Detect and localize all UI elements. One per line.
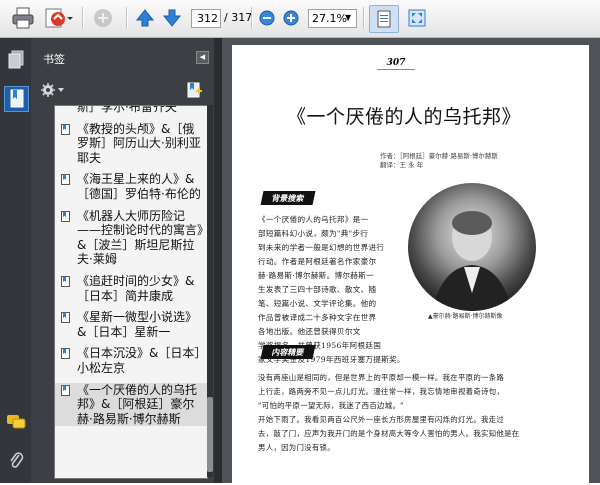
text-line: 作品曾被译成二十多种文字在世界 (258, 313, 377, 322)
toolbar: 312 / 317 27.1% ▼ (0, 0, 600, 38)
bookmark-scrollbar[interactable] (207, 105, 213, 477)
bookmark-item[interactable]: 斯］李尔·布雷齐夫 (55, 105, 207, 115)
section-banner-background: 背景搜索 (260, 191, 316, 205)
page-number-input[interactable]: 312 (191, 9, 221, 28)
chevron-down-icon[interactable]: ▼ (345, 13, 351, 22)
bookmark-icon (61, 384, 70, 396)
text-line: 行动。作者是阿根廷著名作家豪尔 (258, 257, 377, 266)
text-line: 去，敲了门，应声为我开门的是个身材高大等令人害怕的男人。我实知他是在 (258, 429, 520, 438)
collapse-panel-icon[interactable]: ◀ (196, 51, 209, 64)
bookmark-icon (61, 174, 70, 186)
toolbar-separator (82, 7, 84, 29)
create-pdf-icon[interactable] (42, 5, 74, 31)
author-portrait (408, 183, 536, 311)
bookmark-item[interactable]: 《日本沉没》&［日本］小松左京 (55, 346, 207, 375)
bookmark-label: 《海王星上来的人》&［德国］罗伯特·布伦的 (77, 172, 201, 201)
bookmark-icon (61, 348, 70, 360)
page-number-label: 307 (377, 57, 415, 70)
bookmark-item[interactable]: 《追赶时间的少女》&［日本］简井康成 (55, 274, 207, 303)
navigation-rail (0, 38, 31, 483)
text-line: "可怕的平原一望无际，我迷了西百边城。" (258, 401, 404, 410)
print-icon[interactable] (8, 5, 38, 31)
bookmark-item[interactable]: 《星新一微型小说选》&［日本］星新一 (55, 310, 207, 339)
text-line: 到未来的学者一般是幻想的世界进行 (258, 243, 385, 252)
panel-title: 书签 (43, 53, 65, 66)
bookmark-label: 斯］李尔·布雷齐夫 (77, 105, 177, 114)
text-line: 部短篇科幻小说，颇为"典"步行 (258, 229, 369, 238)
bookmark-item[interactable]: 《教授的头颅》&［俄罗斯］阿历山大·别利亚耶夫 (55, 122, 207, 166)
page-total-label: / 317 (224, 11, 253, 24)
portrait-caption: ▲豪尔赫·路易斯·博尔赫斯像 (428, 313, 503, 320)
bookmark-icon (61, 210, 70, 222)
fit-page-icon[interactable] (369, 5, 399, 33)
translator-line: 翻译：王 永 年 (380, 161, 424, 169)
text-line: 没有两座山是相同的，但是世界上的平原却一模一样。我在平原的一条路 (258, 373, 505, 382)
panel-splitter[interactable] (214, 38, 222, 483)
previous-page-icon[interactable] (133, 5, 157, 31)
pages-icon[interactable] (4, 48, 27, 72)
text-line: 上行走，路两旁不见一点儿灯光。漫往常一样，我忘情地审视着奇诗句， (258, 387, 505, 396)
bookmark-label: 《一个厌倦的人的乌托邦》&［阿根廷］豪尔赫·路易斯·博尔赫斯 (77, 382, 198, 426)
content-paragraph: 没有两座山是相同的，但是世界上的平原却一模一样。我在平原的一条路 上行走，路两旁不… (258, 371, 578, 455)
bookmark-label: 《追赶时间的少女》&［日本］简井康成 (77, 273, 195, 303)
bookmark-item[interactable]: 《一个厌倦的人的乌托邦》&［阿根廷］豪尔赫·路易斯·博尔赫斯 (55, 382, 207, 427)
comments-icon[interactable] (4, 410, 27, 434)
toolbar-separator (251, 7, 253, 29)
bookmark-label: 《教授的头颅》&［俄罗斯］阿历山大·别利亚耶夫 (77, 121, 201, 165)
bookmark-item[interactable]: 《海王星上来的人》&［德国］罗伯特·布伦的 (55, 172, 207, 201)
zoom-out-icon[interactable] (257, 5, 277, 31)
text-line: 开始下雨了。我看见两百公尺外一座长方形房屋里有闪烁的灯光。我走过 (258, 415, 505, 424)
text-line: 《一个厌倦的人的乌托邦》是一 (258, 215, 369, 224)
scroll-thumb[interactable] (207, 397, 213, 472)
section-banner-content: 内容精要 (260, 345, 316, 359)
toolbar-separator (126, 7, 128, 29)
bookmark-list: 斯］李尔·布雷齐夫《教授的头颅》&［俄罗斯］阿历山大·别利亚耶夫《海王星上来的人… (54, 105, 208, 479)
bookmark-item[interactable]: 《机器人大师历险记——控制论时代的寓言》&［波兰］斯坦尼斯拉夫·莱姆 (55, 209, 207, 267)
panel-toolbar (31, 76, 214, 106)
attachments-icon[interactable] (4, 448, 27, 472)
text-line: 笔、短篇小说、文学评论集。他的 (258, 299, 377, 308)
text-line: 男人，因为门没有锁。 (258, 443, 335, 452)
text-line: 各地出版。他还曾获得贝尔文 (258, 327, 361, 336)
bookmark-icon (61, 123, 70, 135)
text-line: 生发表了三四十部诗歌、散文、随 (258, 285, 377, 294)
new-bookmark-icon[interactable] (185, 81, 203, 102)
text-line: 赫·路易斯·博尔赫斯。博尔赫斯一 (258, 271, 374, 280)
zoom-in-icon[interactable] (281, 5, 301, 31)
article-title: 《一个厌倦的人的乌托邦》 (287, 106, 522, 128)
comment-icon[interactable] (88, 5, 118, 31)
next-page-icon[interactable] (160, 5, 184, 31)
intro-paragraph: 《一个厌倦的人的乌托邦》是一 部短篇科幻小说，颇为"典"步行到未来的学者一般是幻想… (258, 213, 408, 367)
bookmarks-panel: 书签 ◀ 斯］李尔·布雷齐夫《教授的头颅》&［俄罗斯］阿历山大·别利亚耶夫《海王… (31, 38, 214, 483)
bookmark-label: 《日本沉没》&［日本］小松左京 (77, 346, 201, 375)
bookmark-icon (61, 312, 70, 324)
bookmark-label: 《机器人大师历险记——控制论时代的寓言》&［波兰］斯坦尼斯拉夫·莱姆 (77, 208, 204, 267)
bookmark-icon (61, 275, 70, 287)
options-gear-icon[interactable] (41, 83, 67, 100)
bookmarks-icon[interactable] (4, 86, 29, 112)
full-screen-icon[interactable] (404, 5, 430, 31)
document-page: 307 《一个厌倦的人的乌托邦》 作者：［阿根廷］豪尔赫·路易斯·博尔赫斯 翻译… (232, 45, 589, 485)
toolbar-separator (363, 7, 365, 29)
bookmark-label: 《星新一微型小说选》&［日本］星新一 (77, 310, 198, 339)
